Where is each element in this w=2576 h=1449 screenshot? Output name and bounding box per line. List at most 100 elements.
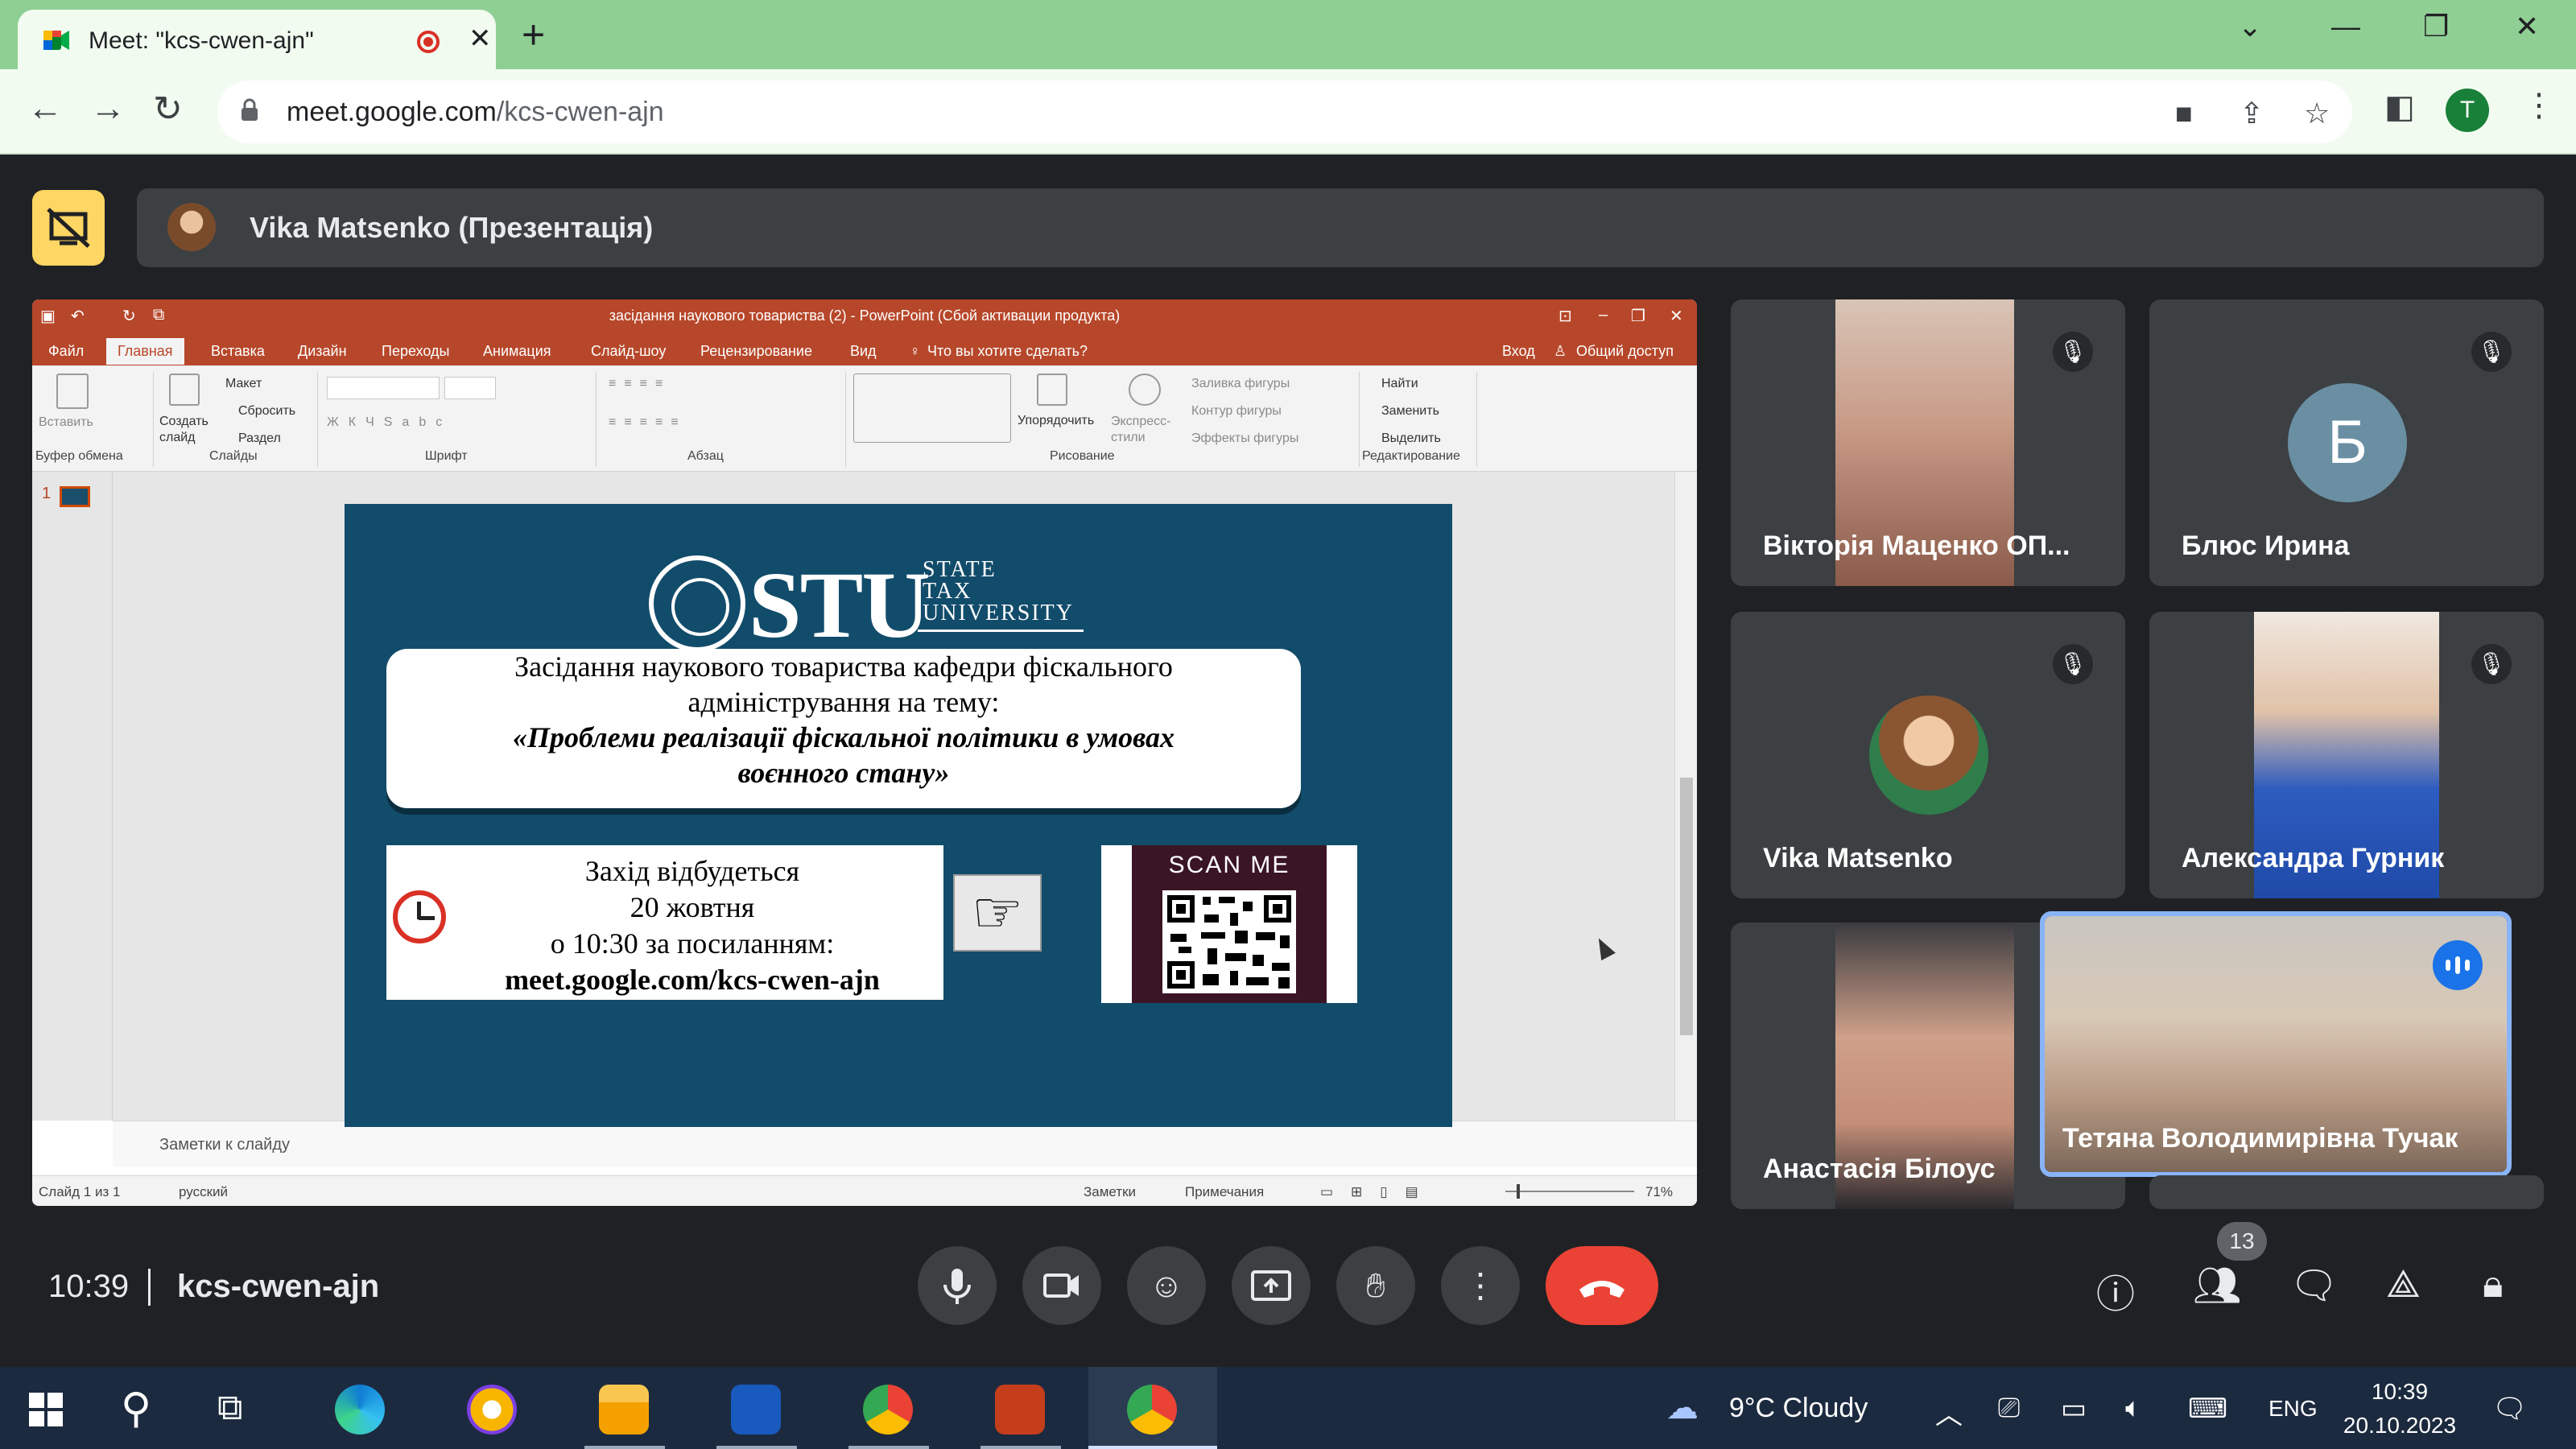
volume-icon[interactable]: 🔈︎ bbox=[2125, 1393, 2141, 1424]
restore-icon[interactable]: ❐ bbox=[2423, 10, 2449, 43]
lock-icon bbox=[242, 98, 258, 121]
participant-name: Александра Гурник bbox=[2182, 843, 2445, 873]
chat-icon[interactable]: 🗨︎ bbox=[2289, 1262, 2339, 1308]
chrome-profile-icon[interactable] bbox=[863, 1385, 913, 1435]
emoji-icon: ☺ bbox=[1149, 1266, 1184, 1304]
slide-topic-line: воєнного стану» bbox=[737, 757, 950, 789]
ribbon-separator bbox=[845, 372, 846, 467]
windows-start-icon[interactable] bbox=[29, 1393, 63, 1426]
zoom-slider-knob bbox=[1517, 1184, 1520, 1199]
menu-animation: Анимация bbox=[483, 343, 551, 359]
meeting-time: 10:39 bbox=[48, 1269, 130, 1304]
tab-title: Meet: "kcs-cwen-ajn" bbox=[89, 27, 314, 54]
event-line: Захід відбудеться bbox=[584, 855, 800, 887]
meeting-info-icon[interactable]: ⓘ bbox=[2096, 1262, 2135, 1319]
reload-icon[interactable]: ↻ bbox=[153, 89, 183, 130]
tray-chevron-icon[interactable]: ︿ bbox=[1935, 1393, 1963, 1432]
status-zoom: 71% bbox=[1645, 1184, 1674, 1199]
new-tab-icon[interactable]: + bbox=[522, 11, 545, 58]
notes-pane: Заметки к слайду bbox=[113, 1121, 1697, 1167]
back-icon[interactable]: ← bbox=[27, 89, 63, 129]
mic-off-icon: 🎙︎ bbox=[2471, 332, 2512, 372]
qr-code-icon bbox=[1162, 890, 1296, 993]
people-icon[interactable]: 👥︎ bbox=[2193, 1262, 2242, 1308]
battery-icon[interactable]: ▭ bbox=[2061, 1393, 2087, 1425]
align-buttons: ≡≡≡≡≡ bbox=[609, 415, 687, 429]
new-slide-icon bbox=[169, 374, 200, 406]
menu-review: Рецензирование bbox=[700, 343, 812, 359]
search-icon[interactable]: ⚲ bbox=[121, 1385, 151, 1433]
reactions-button[interactable]: ☺ bbox=[1127, 1246, 1206, 1325]
side-panel-icon[interactable]: ◧ bbox=[2384, 89, 2415, 126]
more-options-button[interactable]: ⋮ bbox=[1441, 1246, 1520, 1325]
share-icon[interactable]: ⇪ bbox=[2240, 97, 2264, 130]
menu-share: Общий доступ bbox=[1576, 343, 1674, 359]
slide-title-line: Засідання наукового товариства кафедри ф… bbox=[514, 650, 1173, 683]
presenter-banner: Vika Matsenko (Презентація) bbox=[137, 188, 2544, 267]
participant-tile[interactable]: 🎙︎ Вікторія Маценко ОП... bbox=[1731, 299, 2125, 586]
host-controls-icon[interactable]: 🔒︎ bbox=[2483, 1262, 2504, 1307]
ribbon-find: Найти bbox=[1381, 377, 1418, 390]
status-comments: Примечания bbox=[1185, 1184, 1265, 1199]
minimize-icon[interactable]: — bbox=[2331, 10, 2360, 43]
weather-text[interactable]: 9°C Cloudy bbox=[1729, 1393, 1868, 1424]
menu-signin: Вход bbox=[1502, 343, 1535, 359]
forward-icon[interactable]: → bbox=[90, 89, 126, 129]
powerpoint-menu: Файл Главная Вставка Дизайн Переходы Ани… bbox=[32, 335, 1697, 365]
menu-design: Дизайн bbox=[298, 343, 347, 359]
slide: STU STATE TAX UNIVERSITY Засідання науко… bbox=[345, 504, 1452, 1127]
participant-tile[interactable]: 🎙︎ Александра Гурник bbox=[2149, 612, 2544, 898]
file-explorer-icon[interactable] bbox=[599, 1385, 649, 1435]
microphone-button[interactable] bbox=[918, 1246, 997, 1325]
profile-avatar[interactable]: T bbox=[2446, 89, 2489, 132]
participant-tile[interactable]: Б 🎙︎ Блюс Ирина bbox=[2149, 299, 2544, 586]
logo-underline bbox=[918, 630, 1084, 632]
powerpoint-icon[interactable] bbox=[995, 1385, 1045, 1435]
ribbon-display-icon: ⊡ bbox=[1558, 308, 1572, 325]
participant-tile-active-speaker[interactable]: Тетяна Володимирівна Тучак bbox=[2040, 911, 2512, 1177]
system-clock[interactable]: 10:39 20.10.2023 bbox=[2339, 1375, 2460, 1443]
browser-menu-icon[interactable]: ⋮ bbox=[2523, 87, 2555, 124]
divider bbox=[148, 1269, 151, 1306]
slide-logo-text: STU bbox=[749, 552, 931, 658]
browser-tab-meet[interactable]: Meet: "kcs-cwen-ajn" ✕ bbox=[18, 10, 496, 69]
camera-button[interactable] bbox=[1022, 1246, 1101, 1325]
activities-icon[interactable]: ⟁ bbox=[2386, 1262, 2421, 1307]
qr-code-box: SCAN ME bbox=[1101, 845, 1357, 1003]
ribbon-arrange: Упорядочить bbox=[1018, 414, 1095, 427]
raise-hand-button[interactable]: ✋︎ bbox=[1336, 1246, 1415, 1325]
video-camera-icon bbox=[1043, 1274, 1079, 1298]
stop-presenting-button[interactable] bbox=[32, 190, 105, 266]
powerpoint-statusbar: Слайд 1 из 1 русский Заметки Примечания … bbox=[32, 1175, 1697, 1206]
participant-count-badge: 13 bbox=[2217, 1222, 2267, 1261]
leave-call-button[interactable] bbox=[1546, 1246, 1658, 1325]
input-language[interactable]: ENG bbox=[2268, 1396, 2318, 1422]
close-tab-icon[interactable]: ✕ bbox=[469, 23, 492, 55]
participant-name: Вікторія Маценко ОП... bbox=[1763, 530, 2070, 561]
keyboard-icon[interactable]: ⌨ bbox=[2188, 1393, 2227, 1425]
menu-file: Файл bbox=[48, 343, 85, 359]
close-window-icon[interactable]: ✕ bbox=[2515, 10, 2539, 43]
notifications-icon[interactable]: 🗨︎ bbox=[2492, 1393, 2527, 1425]
group-paragraph: Абзац bbox=[687, 449, 724, 463]
meet-now-icon[interactable]: ⎚ bbox=[1998, 1393, 2020, 1424]
chrome-icon[interactable] bbox=[1127, 1385, 1177, 1435]
edge-browser-icon[interactable] bbox=[335, 1385, 385, 1435]
slide-title-line: адміністрування на тему: bbox=[687, 686, 1000, 718]
app-circle-icon[interactable] bbox=[467, 1385, 517, 1435]
recording-icon bbox=[417, 31, 440, 53]
address-bar[interactable]: meet.google.com/kcs-cwen-ajn ■ ⇪ ☆ bbox=[217, 80, 2352, 143]
slide-thumb-number: 1 bbox=[42, 485, 52, 502]
menu-transitions: Переходы bbox=[382, 343, 450, 359]
tab-search-chevron-icon[interactable]: ⌄ bbox=[2238, 10, 2262, 43]
bookmark-star-icon[interactable]: ☆ bbox=[2304, 97, 2330, 130]
word-icon[interactable] bbox=[731, 1385, 781, 1435]
status-slide-info: Слайд 1 из 1 bbox=[39, 1184, 121, 1199]
participant-tile[interactable]: 🎙︎ Vika Matsenko bbox=[1731, 612, 2125, 898]
slide-thumbnails-pane: 1 bbox=[32, 472, 113, 1121]
camera-in-use-icon[interactable]: ■ bbox=[2175, 97, 2193, 130]
present-button[interactable] bbox=[1232, 1246, 1311, 1325]
task-view-icon[interactable]: ⧉ bbox=[217, 1388, 242, 1428]
logo-sub-line: UNIVERSITY bbox=[923, 601, 1074, 625]
group-drawing: Рисование bbox=[1050, 449, 1115, 463]
